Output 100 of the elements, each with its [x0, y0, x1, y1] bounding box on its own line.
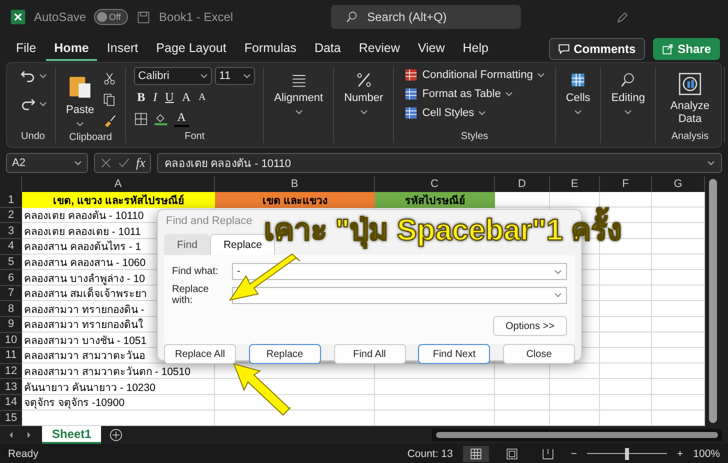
dialog-button[interactable]: Find All [334, 344, 406, 364]
chevron-down-icon [243, 72, 252, 80]
font-size-field[interactable]: 11 [215, 67, 256, 86]
page-layout-icon [504, 446, 519, 461]
table-cell-text: คลองสามวา สามวาตะวันอ [24, 349, 145, 364]
paste-button[interactable]: Paste [64, 67, 96, 132]
column-header[interactable]: D [518, 178, 526, 190]
style-option[interactable]: Cell Styles [402, 105, 488, 122]
column-header[interactable]: C [430, 178, 438, 190]
fill-color-icon [154, 112, 168, 126]
field-label: Replace with: [172, 284, 210, 306]
table-cell-text: คลองเตย คลองเตย - 1011 [24, 224, 141, 240]
style-option[interactable]: Conditional Formatting [402, 67, 547, 84]
autosave-label: AutoSave [34, 10, 86, 24]
group-label: Styles [460, 131, 488, 144]
table-cell-text: คันนายาว คันนายาว - 10230 [24, 380, 156, 396]
alignment-button[interactable]: Alignment [272, 67, 326, 120]
menu-tab[interactable]: Formulas [236, 36, 304, 61]
group-label: Clipboard [69, 132, 112, 144]
chevron-down-icon [707, 159, 715, 168]
zoom-out-button[interactable]: − [570, 448, 577, 460]
page-break-icon [540, 446, 555, 461]
group-label: Analysis [671, 131, 709, 144]
font-color-button[interactable]: A [174, 110, 189, 128]
table-cell-text: คลองสาน คลองต้นไทร - 1 [24, 240, 142, 256]
editing-button[interactable]: Editing [609, 67, 647, 120]
search-field[interactable]: Search (Alt+Q) [331, 5, 522, 30]
header-cell: เขต, แขวง และรหัสไปรษณีย์ [22, 192, 215, 208]
font-name-field[interactable]: Calibri [134, 67, 212, 86]
column-header[interactable]: B [290, 178, 298, 190]
table-cell-text: คลองสามวา บางชัน - 1051 [24, 334, 147, 349]
check-icon [118, 157, 130, 170]
menu-tab[interactable]: File [8, 36, 44, 61]
chevron-down-icon [624, 108, 632, 116]
input-field[interactable]: - [232, 263, 567, 280]
column-header[interactable]: E [570, 178, 578, 190]
format-button[interactable]: I [150, 90, 160, 106]
column-header[interactable]: F [622, 178, 629, 190]
cells-button[interactable]: Cells [564, 67, 592, 120]
chevron-down-icon [504, 90, 513, 98]
borders-icon [134, 112, 148, 126]
percent-icon [354, 71, 373, 90]
menu-tab[interactable]: Review [350, 36, 408, 61]
chevron-down-icon [39, 100, 47, 108]
format-button[interactable]: B [134, 90, 148, 106]
dialog-button[interactable]: Replace [248, 344, 321, 364]
chevron-down-icon [554, 291, 562, 300]
dialog-button[interactable]: Find Next [418, 344, 490, 364]
sheet-tab[interactable]: Sheet1 [42, 426, 102, 444]
format-button[interactable]: U [162, 90, 177, 106]
header-cell: รหัสไปรษณีย์ [375, 192, 495, 208]
comments-button[interactable]: Comments [548, 38, 645, 60]
number-button[interactable]: Number [342, 67, 386, 120]
grow-font-button[interactable]: A [178, 90, 194, 106]
menu-tab[interactable]: Data [306, 36, 349, 61]
table-style-icon [404, 68, 418, 82]
add-sheet-icon [109, 428, 124, 442]
table-style-icon [404, 106, 418, 120]
dialog-button[interactable]: Replace All [164, 344, 236, 364]
table-cell-text: คลองสาน สมเด็จเจ้าพระยา [24, 286, 147, 302]
input-field[interactable] [232, 286, 567, 304]
field-label: Find what: [172, 266, 220, 278]
menu-tab[interactable]: Page Layout [148, 36, 234, 61]
menu-tab[interactable]: View [410, 36, 453, 61]
column-header[interactable]: A [114, 178, 122, 190]
zoom-in-button[interactable]: + [677, 448, 684, 460]
table-cell-text: คลองสาน คลองสาน - 1060 [24, 256, 146, 271]
menu-tab[interactable]: Help [454, 36, 496, 61]
chevron-down-icon [294, 108, 303, 116]
header-cell: เขต และแขวง [215, 192, 375, 208]
pen-icon [615, 10, 630, 25]
analyze-data-button[interactable]: Analyze Data [664, 67, 716, 130]
formula-field[interactable]: คลองเตย คลองตัน - 10110 [157, 153, 722, 174]
table-cell-text: จตุจักร จตุจักร -10900 [24, 396, 125, 412]
dialog-tab[interactable]: Find [164, 234, 210, 256]
scissors-icon [102, 71, 118, 86]
shrink-font-button[interactable]: A [196, 92, 209, 104]
table-cell-text: คลองสาน บางลำพูล่าง - 10 [24, 272, 145, 286]
view-button[interactable] [462, 446, 489, 462]
autosave-toggle[interactable]: Off [94, 9, 128, 26]
dialog-button[interactable]: Close [503, 344, 575, 364]
menu-tab[interactable]: Insert [98, 36, 146, 61]
copy-icon [102, 92, 118, 108]
group-label: Font [184, 131, 205, 144]
spreadsheet-app-icon [10, 9, 26, 26]
chevron-down-icon [39, 72, 47, 80]
column-header[interactable]: G [674, 178, 682, 190]
share-button[interactable]: Share [652, 38, 720, 60]
chevron-down-icon [200, 72, 208, 80]
table-cell-text: คลองสามวา ทรายกองดินใ [24, 318, 143, 334]
name-box[interactable]: A2 [6, 153, 88, 174]
table-cell-text: คลองสามวา ทรายกองดิน - [24, 302, 144, 318]
zoom-level: 100% [693, 448, 720, 460]
style-option[interactable]: Format as Table [402, 86, 515, 102]
grid-icon [569, 71, 588, 90]
zoom-slider-thumb[interactable] [625, 448, 629, 460]
options-button[interactable]: Options >> [493, 316, 567, 336]
chevron-down-icon [360, 108, 368, 116]
horizontal-scrollbar[interactable] [432, 429, 722, 442]
function-button[interactable]: fx [136, 155, 146, 172]
